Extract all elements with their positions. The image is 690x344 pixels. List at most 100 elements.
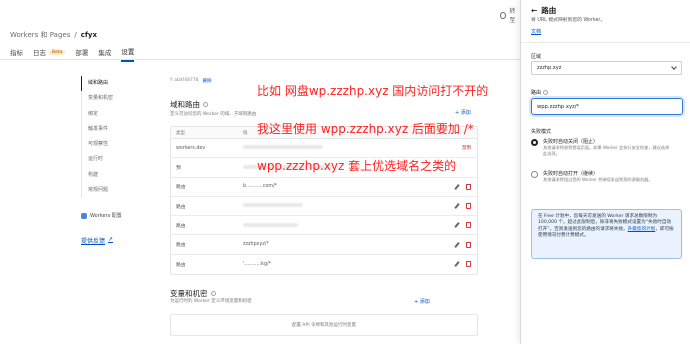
config-icon xyxy=(81,212,87,219)
row-type: 路由 xyxy=(176,243,186,249)
fail-open-option[interactable]: 失败时自动打开（继续） 其他请求将绕过您的 Worker 并继续发送到您的源服务… xyxy=(531,170,673,183)
zone-label: 区域 xyxy=(531,54,542,60)
routes-table: 类型 值 workers.dev 禁用 预 路由 b...........com… xyxy=(170,126,478,276)
table-row: 路由 '..........:kg/* xyxy=(171,255,477,274)
sidenav-item-triggers[interactable]: 触发事件 xyxy=(82,122,141,137)
option-title: 失败时自动打开（继续） xyxy=(543,171,599,177)
delete-icon[interactable] xyxy=(466,183,471,190)
redacted-value xyxy=(243,222,298,227)
edit-icon[interactable] xyxy=(454,222,460,228)
version-link[interactable]: 删除 xyxy=(203,78,212,84)
redacted-value xyxy=(243,203,303,208)
sidenav-item-general[interactable]: 常规问题 xyxy=(82,183,141,198)
row-type: 路由 xyxy=(176,223,186,229)
tab-label: 部署 xyxy=(75,49,89,57)
domains-subtitle: 定义可访问您的 Worker 的域、子域和路由 xyxy=(170,112,257,117)
sidenav-item-observability[interactable]: 可观察性 xyxy=(82,137,141,152)
chevron-down-icon xyxy=(671,64,677,70)
column-type: 类型 xyxy=(176,130,185,136)
sidenav-item-build[interactable]: 构建 xyxy=(82,168,141,183)
edit-icon[interactable] xyxy=(454,184,460,190)
delete-icon[interactable] xyxy=(466,222,471,229)
upgrade-plan-link[interactable]: 升级您的计划 xyxy=(628,227,656,232)
row-value xyxy=(243,222,437,229)
tab-label: 集成 xyxy=(98,49,112,57)
sidenav-item-runtime[interactable]: 运行时 xyxy=(82,152,141,167)
failure-mode-label: 失败模式 xyxy=(531,129,552,135)
table-row: 路由 zzzhpxyz/* xyxy=(171,235,477,255)
fail-closed-option[interactable]: 失败时自动关闭（阻止） 其他请求将收到错误页面。如果 Worker 会执行安全检… xyxy=(531,138,673,157)
zone-select[interactable]: zzzhp.xyz xyxy=(531,61,682,75)
global-search[interactable]: 转至 xyxy=(500,6,520,24)
route-input[interactable]: wpp.zzzhp.xyz/* xyxy=(531,98,683,115)
radio-selected[interactable] xyxy=(531,139,538,146)
row-value xyxy=(243,203,437,209)
variables-subtitle: 为运行时的 Worker 定义环境变量和机密 xyxy=(170,299,252,304)
delete-icon[interactable] xyxy=(466,241,471,248)
option-desc: 其他请求将绕过您的 Worker 并继续发送到您的源服务器。 xyxy=(543,177,653,182)
zone-value: zzzhp.xyz xyxy=(537,65,562,71)
settings-sidenav: 域和路由 变量和机密 绑定 触发事件 可观察性 运行时 构建 常规问题 xyxy=(81,76,141,199)
feedback-link[interactable]: 提供反馈 ↗ xyxy=(81,236,113,245)
back-arrow-icon[interactable]: ← xyxy=(531,6,537,15)
table-row: workers.dev 禁用 xyxy=(171,139,477,159)
row-type: 路由 xyxy=(176,262,186,268)
domains-title-text: 域和路由 xyxy=(170,100,200,109)
edit-icon[interactable] xyxy=(454,261,460,267)
sidenav-item-bindings[interactable]: 绑定 xyxy=(82,107,141,122)
radio-unselected[interactable] xyxy=(531,171,538,178)
workers-config-label: Workers 配置 xyxy=(90,213,122,219)
add-route-button[interactable]: + 添加 xyxy=(455,109,471,116)
edit-icon[interactable] xyxy=(454,242,460,248)
annotation-line-3: wpp.zzzhp.xyz 套上优选域名之类的 xyxy=(257,159,457,173)
search-fragment: 转至 xyxy=(509,8,516,24)
annotation-line-2: 我这里使用 wpp.zzzhp.xyz 后面要加 /* xyxy=(257,122,474,136)
table-row: 路由 xyxy=(171,197,477,217)
option-desc: 其他请求将收到错误页面。如果 Worker 会执行安全检查，建议选择此选项。 xyxy=(543,145,670,156)
breadcrumb-separator: / xyxy=(74,31,77,39)
breadcrumb-current: cfyx xyxy=(80,31,97,39)
info-icon[interactable] xyxy=(210,291,216,296)
row-value xyxy=(243,145,437,151)
table-row: 路由 b...........com/* xyxy=(171,178,477,197)
table-row: 路由 xyxy=(171,216,477,236)
variables-empty: 配置 API 令牌和其他运行时变量 xyxy=(170,314,478,336)
row-value: zzzhpxyz/* xyxy=(243,242,269,248)
route-label: 路由 xyxy=(531,89,549,96)
status-disabled: 禁用 xyxy=(462,146,471,152)
panel-header: ← 路由 xyxy=(531,5,556,16)
domains-title: 域和路由 xyxy=(170,99,208,110)
info-icon[interactable] xyxy=(203,102,208,107)
delete-icon[interactable] xyxy=(466,203,471,210)
workers-config-link[interactable]: Workers 配置 xyxy=(81,212,122,219)
external-link-icon: ↗ xyxy=(108,236,114,243)
sidenav-item-domains[interactable]: 域和路由 xyxy=(81,76,141,92)
redacted-value xyxy=(243,145,323,150)
tab-label: 日志 xyxy=(33,49,46,57)
sidenav-item-variables[interactable]: 变量和机密 xyxy=(82,91,141,106)
panel-title: 路由 xyxy=(541,6,557,15)
row-type: 预 xyxy=(176,165,181,171)
version-info: Y ab4f48778 删除 xyxy=(170,78,212,84)
delete-icon[interactable] xyxy=(466,261,471,268)
docs-link[interactable]: 文档 xyxy=(531,28,541,35)
edit-icon[interactable] xyxy=(454,203,460,209)
row-value: '..........:kg/* xyxy=(243,261,272,267)
main-page: 转至 Workers 和 Pages / cfyx 指标 日志 Beta 部署 集… xyxy=(0,0,520,344)
row-value: b...........com/* xyxy=(243,184,278,190)
info-icon[interactable] xyxy=(543,90,549,95)
row-type: 路由 xyxy=(176,185,186,191)
search-icon xyxy=(500,11,507,19)
version-id: Y ab4f48778 xyxy=(170,78,199,83)
beta-badge: Beta xyxy=(49,49,66,55)
add-variable-button[interactable]: + 添加 xyxy=(414,298,430,305)
tab-label: 指标 xyxy=(10,49,23,57)
route-panel: ← 路由 将 URL 模式映射到您的 Worker。 文档 区域 zzzhp.x… xyxy=(520,0,690,344)
route-input-value: wpp.zzzhp.xyz/* xyxy=(537,103,580,110)
row-type: workers.dev xyxy=(176,145,206,151)
tab-label: 设置 xyxy=(121,48,135,56)
feedback-label: 提供反馈 xyxy=(81,238,106,245)
breadcrumb: Workers 和 Pages / cfyx xyxy=(10,30,97,40)
annotation-line-1: 比如 网盘wp.zzzhp.xyz 国内访问打不开的 xyxy=(257,84,489,98)
breadcrumb-parent[interactable]: Workers 和 Pages xyxy=(10,30,70,40)
